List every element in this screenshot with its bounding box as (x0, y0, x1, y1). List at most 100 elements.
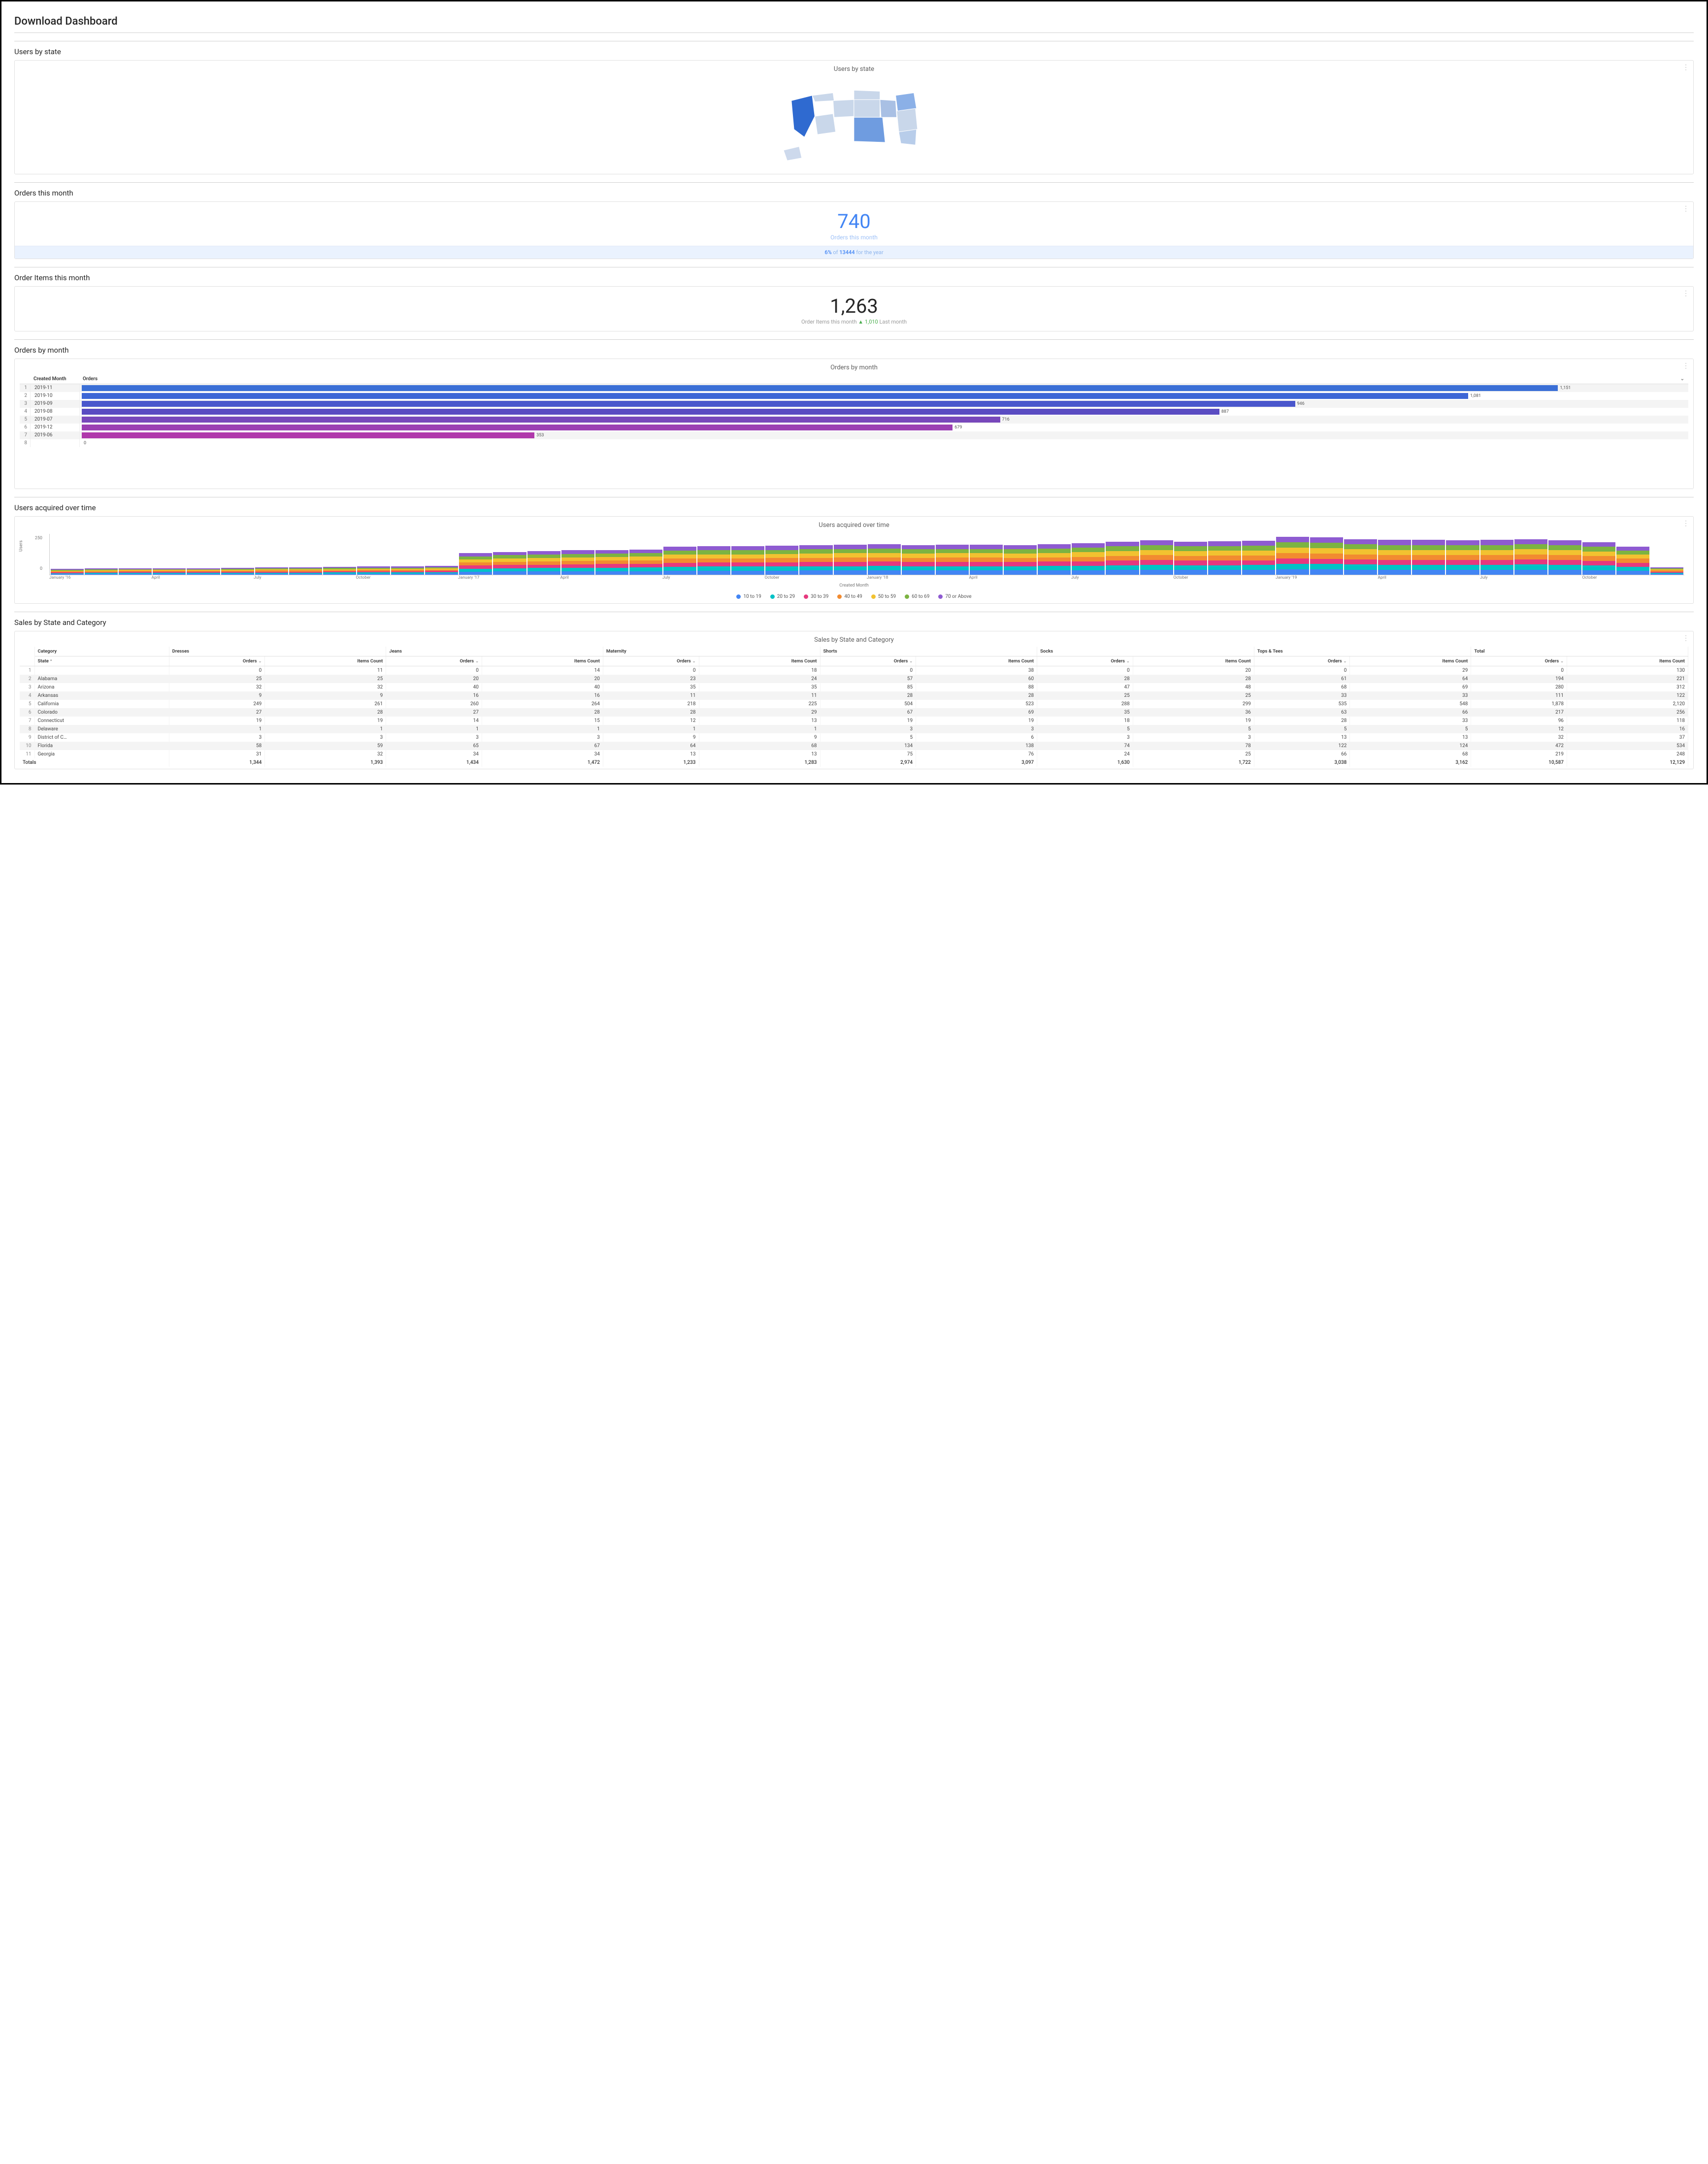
table-row[interactable]: 7Connecticut1919141512131919181928339611… (20, 717, 1688, 725)
legend-item[interactable]: 20 to 29 (770, 594, 795, 599)
legend-item[interactable]: 70 or Above (938, 594, 971, 599)
bar-segment (527, 551, 560, 555)
table-row[interactable]: 2Alabama252520202324576028286164194221 (20, 675, 1688, 683)
us-map[interactable] (20, 76, 1688, 172)
bar-segment (1412, 570, 1445, 575)
table-row[interactable]: 10Florida5859656764681341387478122124472… (20, 742, 1688, 750)
col-orders[interactable]: Orders⌄ (1037, 656, 1133, 666)
col-orders[interactable]: Orders⌄ (169, 656, 265, 666)
bar-segment (119, 574, 152, 575)
table-row[interactable]: 8Delaware1111113355551216 (20, 725, 1688, 733)
col-items[interactable]: Items Count (916, 656, 1037, 666)
legend-item[interactable]: 60 to 69 (905, 594, 929, 599)
col-items[interactable]: Items Count (1567, 656, 1688, 666)
bar-segment (561, 557, 594, 561)
col-group[interactable]: Dresses (169, 647, 386, 656)
kpi-items-compare: Order Items this month ▲ 1,010 Last mont… (20, 319, 1688, 325)
col-items[interactable]: Items Count (1133, 656, 1254, 666)
tile-orders-by-month: ⋮ Orders by month Created Month Orders ⌄… (14, 359, 1694, 489)
col-orders[interactable]: Orders⌄ (386, 656, 482, 666)
stacked-bar (1242, 541, 1275, 575)
col-group[interactable]: Shorts (820, 647, 1037, 656)
col-orders[interactable]: Orders⌄ (1254, 656, 1350, 666)
y-axis-ticks: 250 0 (31, 536, 44, 571)
table-row[interactable]: 10110140180380200290130 (20, 666, 1688, 675)
stacked-bar (1378, 540, 1411, 575)
legend-item[interactable]: 40 to 49 (837, 594, 862, 599)
cell-orders: 9 (169, 691, 265, 700)
bar-segment (1514, 555, 1547, 559)
bar-segment (1072, 561, 1105, 566)
bar-segment (629, 553, 662, 557)
table-row[interactable]: 11Georgia313234341313757624256668219248 (20, 750, 1688, 758)
xtick: July (1480, 575, 1582, 580)
tile-menu-icon[interactable]: ⋮ (1682, 520, 1689, 527)
col-created-month[interactable]: Created Month (31, 374, 80, 384)
stacked-bar (459, 553, 492, 575)
bar-segment (1344, 564, 1377, 569)
col-orders[interactable]: Orders⌄ (820, 656, 916, 666)
table-row[interactable]: 6Colorado272827282829676935366366217256 (20, 708, 1688, 717)
stacked-bar (936, 545, 969, 575)
row-index: 2 (20, 675, 34, 683)
bar-segment (493, 571, 526, 575)
table-row[interactable]: 3Arizona323240403535858847486869280312 (20, 683, 1688, 691)
row-index: 6 (20, 708, 34, 717)
bar-segment (493, 552, 526, 556)
tile-menu-icon[interactable]: ⋮ (1682, 634, 1689, 642)
month-label: 2019-11 (31, 384, 80, 392)
stacked-bar (289, 567, 322, 575)
bar-segment (868, 566, 901, 570)
table-row[interactable]: 4Arkansas9916161111282825253333111122 (20, 691, 1688, 700)
col-items[interactable]: Items Count (1350, 656, 1471, 666)
tile-menu-icon[interactable]: ⋮ (1682, 290, 1689, 297)
col-state[interactable]: State^ (34, 656, 169, 666)
bar-segment (1174, 556, 1207, 561)
bar-segment (1446, 555, 1479, 560)
legend-item[interactable]: 30 to 39 (804, 594, 828, 599)
col-items[interactable]: Items Count (699, 656, 820, 666)
col-group[interactable]: Jeans (386, 647, 603, 656)
table-row[interactable]: 9District of C…333399563313133237 (20, 733, 1688, 742)
col-items[interactable]: Items Count (482, 656, 603, 666)
bar-segment (970, 570, 1003, 575)
cell-orders: 5 (1037, 725, 1133, 733)
cell-orders: 1,878 (1471, 700, 1567, 708)
bar-segment (1276, 548, 1309, 553)
bar-segment (970, 566, 1003, 571)
row-index: 11 (20, 750, 34, 758)
cell-items: 130 (1567, 666, 1688, 675)
bar-segment (936, 545, 969, 549)
tile-menu-icon[interactable]: ⋮ (1682, 205, 1689, 213)
bar-value: 0 (84, 441, 86, 446)
col-orders[interactable]: Orders⌄ (603, 656, 699, 666)
tile-menu-icon[interactable]: ⋮ (1682, 362, 1689, 370)
cell-items: 3 (1133, 733, 1254, 742)
bar-segment (85, 574, 118, 575)
table-row[interactable]: 5California24926126026421822550452328829… (20, 700, 1688, 708)
cell-items: 1 (265, 725, 386, 733)
bar-segment (1514, 564, 1547, 569)
totals-row: Totals1,3441,3931,4341,4721,2331,2832,97… (20, 758, 1688, 767)
col-orders[interactable]: Orders ⌄ (80, 374, 1688, 384)
col-group[interactable]: Tops & Tees (1254, 647, 1471, 656)
bar-segment (868, 553, 901, 557)
tile-menu-icon[interactable]: ⋮ (1682, 64, 1689, 71)
users-acquired-chart[interactable]: Users 250 0 January '16AprilJulyOctoberJ… (20, 532, 1688, 588)
col-group[interactable]: Socks (1037, 647, 1254, 656)
cell-items: 548 (1350, 700, 1471, 708)
legend-item[interactable]: 50 to 59 (871, 594, 896, 599)
col-items[interactable]: Items Count (265, 656, 386, 666)
col-group[interactable]: Total (1471, 647, 1688, 656)
bar-segment (1174, 560, 1207, 565)
col-orders[interactable]: Orders⌄ (1471, 656, 1567, 666)
col-group[interactable]: Maternity (603, 647, 820, 656)
col-orders-label: Orders (83, 376, 98, 382)
legend-dot-icon (905, 594, 909, 599)
cell-orders: 66 (1254, 750, 1350, 758)
cell-items: 264 (482, 700, 603, 708)
ytick: 250 (31, 536, 42, 541)
bar-segment (1480, 560, 1513, 565)
cell-items: 25 (1133, 691, 1254, 700)
legend-item[interactable]: 10 to 19 (736, 594, 761, 599)
